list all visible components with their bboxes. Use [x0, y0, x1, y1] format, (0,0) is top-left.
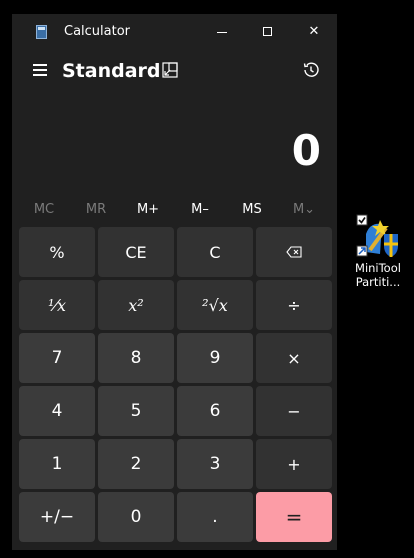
digit-5-button[interactable]: 5	[98, 386, 174, 436]
digit-0-button[interactable]: 0	[98, 492, 174, 542]
backspace-icon	[286, 246, 302, 258]
digit-6-button[interactable]: 6	[177, 386, 253, 436]
divide-button[interactable]: ÷	[256, 280, 332, 330]
negate-button[interactable]: +/−	[19, 492, 95, 542]
memory-store-button[interactable]: MS	[226, 196, 278, 224]
desktop-shortcut-label: MiniTool Partiti...	[352, 261, 404, 289]
digit-3-button[interactable]: 3	[177, 439, 253, 489]
desktop-shortcut-label-line1: MiniTool	[355, 261, 401, 275]
history-icon[interactable]	[301, 60, 321, 80]
menu-icon[interactable]	[28, 58, 52, 82]
multiply-button[interactable]: ×	[256, 333, 332, 383]
desktop-shortcut-label-line2: Partiti...	[355, 275, 401, 289]
window-title: Calculator	[64, 24, 131, 39]
memory-add-button[interactable]: M+	[122, 196, 174, 224]
calculator-window: Calculator ✕ Standard 0 MC MR M+ M– MS M…	[12, 14, 337, 550]
equals-button[interactable]: =	[256, 492, 332, 542]
title-bar[interactable]: Calculator ✕	[12, 14, 337, 50]
minimize-button[interactable]	[199, 14, 245, 50]
square-button[interactable]: x²	[98, 280, 174, 330]
digit-2-button[interactable]: 2	[98, 439, 174, 489]
decimal-button[interactable]: .	[177, 492, 253, 542]
keep-on-top-icon[interactable]	[162, 62, 178, 78]
desktop-shortcut-minitool[interactable]: MiniTool Partiti...	[352, 212, 404, 296]
memory-subtract-button[interactable]: M–	[174, 196, 226, 224]
digit-7-button[interactable]: 7	[19, 333, 95, 383]
percent-button[interactable]: %	[19, 227, 95, 277]
memory-row: MC MR M+ M– MS M⌄	[16, 196, 333, 224]
square-root-label: ²√x	[202, 295, 228, 315]
header: Standard	[12, 50, 337, 94]
maximize-button[interactable]	[245, 14, 291, 50]
square-label: x²	[128, 295, 144, 315]
backspace-button[interactable]	[256, 227, 332, 277]
reciprocal-label: ¹⁄x	[47, 295, 67, 315]
memory-clear-button[interactable]: MC	[18, 196, 70, 224]
memory-list-button[interactable]: M⌄	[278, 196, 330, 224]
clear-button[interactable]: C	[177, 227, 253, 277]
digit-1-button[interactable]: 1	[19, 439, 95, 489]
add-button[interactable]: +	[256, 439, 332, 489]
clear-entry-button[interactable]: CE	[98, 227, 174, 277]
result-display: 0	[291, 126, 321, 175]
close-button[interactable]: ✕	[291, 14, 337, 50]
calculator-app-icon	[36, 25, 47, 39]
digit-8-button[interactable]: 8	[98, 333, 174, 383]
subtract-button[interactable]: −	[256, 386, 332, 436]
memory-recall-button[interactable]: MR	[70, 196, 122, 224]
digit-4-button[interactable]: 4	[19, 386, 95, 436]
minitool-partition-icon	[356, 214, 398, 257]
reciprocal-button[interactable]: ¹⁄x	[19, 280, 95, 330]
digit-9-button[interactable]: 9	[177, 333, 253, 383]
mode-title: Standard	[62, 60, 161, 82]
square-root-button[interactable]: ²√x	[177, 280, 253, 330]
